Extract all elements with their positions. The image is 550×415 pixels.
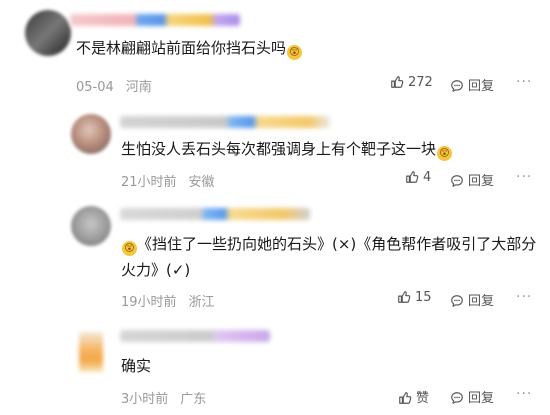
thumbs-up-icon: [399, 392, 412, 404]
reply-button[interactable]: 回复: [450, 170, 494, 189]
like-button[interactable]: 272: [390, 75, 433, 90]
comment-text: 不是林翩翩站前面给你挡石头吗 😲: [76, 34, 303, 62]
like-count: 4: [423, 170, 432, 185]
comment-meta: 19小时前 浙江: [121, 291, 215, 310]
comment-text: 生怕没人丢石头每次都强调身上有个靶子这一块 😲: [121, 135, 453, 163]
thumbs-up-icon: [398, 291, 411, 303]
comment-meta: 3小时前 广东: [121, 388, 206, 407]
username[interactable]: [70, 14, 240, 26]
comment-date: 05-04: [76, 80, 114, 95]
reply-label: 回复: [468, 79, 495, 94]
comment-location: 河南: [125, 80, 152, 95]
comment-text-continued: 火力》(✓): [121, 261, 191, 279]
comment-location: 广东: [180, 392, 207, 407]
like-count: 15: [415, 290, 432, 305]
like-label: 赞: [416, 391, 430, 406]
comment-text: 😲 《挡住了一些扔向她的石头》(×)《角色帮作者吸引了大部分: [121, 230, 536, 258]
more-icon[interactable]: ···: [516, 289, 532, 305]
reply-button[interactable]: 回复: [450, 75, 494, 94]
more-icon[interactable]: ···: [516, 74, 532, 90]
reply-bubble-icon: [451, 295, 463, 307]
comment-4: 确实 3小时前 广东 赞 回复 ···: [0, 320, 550, 415]
thumbs-up-icon: [391, 76, 404, 88]
comment-date: 19小时前: [121, 295, 177, 310]
reply-bubble-icon: [451, 175, 463, 187]
reply-label: 回复: [468, 391, 495, 406]
astonished-emoji-icon: 😲: [287, 45, 303, 60]
like-count: 272: [408, 75, 433, 90]
reply-button[interactable]: 回复: [450, 387, 494, 406]
username[interactable]: [120, 116, 330, 128]
comment-1: 不是林翩翩站前面给你挡石头吗 😲 05-04 河南 272 回复 ···: [0, 0, 550, 100]
username[interactable]: [120, 208, 310, 220]
avatar[interactable]: [25, 10, 71, 56]
like-button[interactable]: 4: [405, 170, 431, 185]
comment-date: 21小时前: [121, 175, 177, 190]
comment-text: 确实: [121, 357, 152, 375]
astonished-emoji-icon: 😲: [122, 241, 137, 256]
reply-label: 回复: [468, 294, 495, 309]
like-button[interactable]: 15: [397, 290, 432, 305]
thumbs-up-icon: [406, 171, 419, 183]
avatar[interactable]: [79, 332, 103, 372]
more-icon[interactable]: ···: [516, 386, 532, 402]
comment-date: 3小时前: [121, 392, 169, 407]
comment-location: 浙江: [188, 295, 215, 310]
reply-button[interactable]: 回复: [450, 290, 494, 309]
username[interactable]: [120, 330, 270, 342]
reply-label: 回复: [468, 174, 495, 189]
reply-bubble-icon: [451, 392, 463, 404]
like-button[interactable]: 赞: [398, 387, 429, 406]
avatar[interactable]: [71, 114, 111, 154]
astonished-emoji-icon: 😲: [437, 146, 453, 161]
reply-bubble-icon: [451, 80, 463, 92]
avatar[interactable]: [71, 206, 111, 246]
comment-2: 生怕没人丢石头每次都强调身上有个靶子这一块 😲 21小时前 安徽 4 回复 ···: [0, 100, 550, 200]
more-icon[interactable]: ···: [516, 169, 532, 185]
comment-meta: 21小时前 安徽: [121, 171, 215, 190]
comment-meta: 05-04 河南: [76, 76, 152, 95]
comment-location: 安徽: [188, 175, 215, 190]
comment-3: 😲 《挡住了一些扔向她的石头》(×)《角色帮作者吸引了大部分 火力》(✓) 19小…: [0, 200, 550, 320]
